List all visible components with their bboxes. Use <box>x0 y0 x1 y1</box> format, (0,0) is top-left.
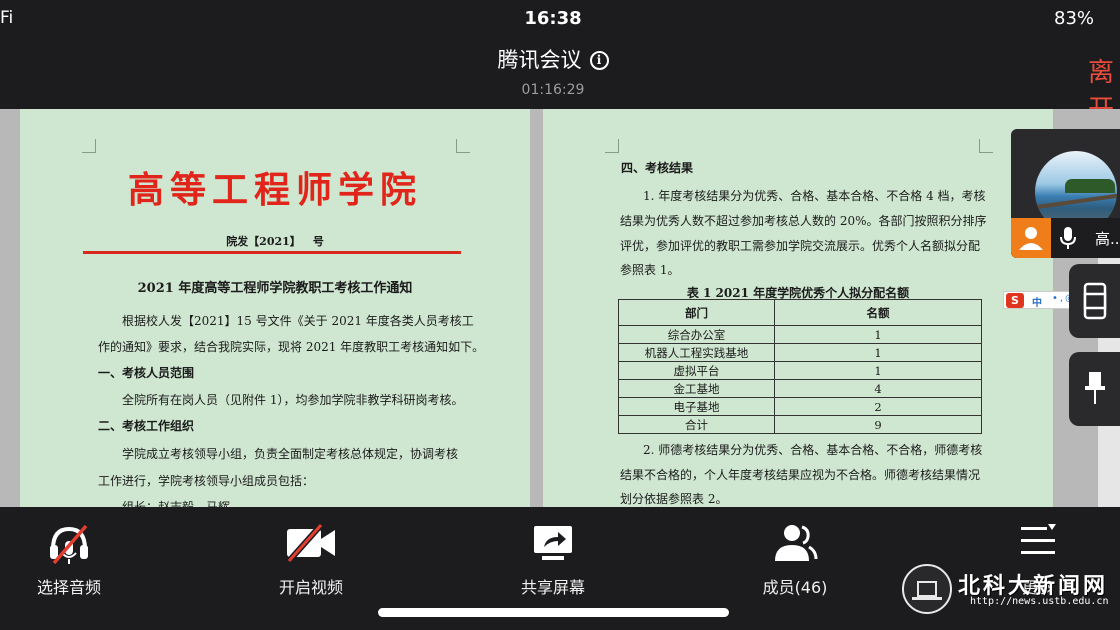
doc-number-prefix: 院发【2021】 <box>226 235 301 248</box>
crop-mark <box>82 139 96 153</box>
select-audio-button[interactable]: 选择音频 <box>0 507 149 607</box>
more-menu-icon <box>1021 524 1056 554</box>
sogou-logo-icon: S <box>1006 293 1024 308</box>
table-row: 机器人工程实践基地 1 <box>618 343 982 362</box>
paragraph-line: 根据校人发【2021】15 号文件《关于 2021 年度各类人员考核工 <box>122 314 474 328</box>
red-divider <box>83 251 461 254</box>
person-icon <box>1011 218 1051 258</box>
participant-video-tile[interactable]: 高... <box>1011 129 1120 258</box>
share-screen-label: 共享屏幕 <box>520 578 585 597</box>
table-header: 名额 <box>774 299 982 326</box>
floating-window-button[interactable] <box>1069 264 1120 338</box>
shared-screen: 高等工程师学院 院发【2021】号 2021 年度高等工程师学院教职工考核工作通… <box>0 109 1120 507</box>
document-number: 院发【2021】号 <box>20 233 530 249</box>
table-cell: 1 <box>774 343 982 362</box>
table-header-row: 部门 名额 <box>618 299 982 326</box>
table-row: 虚拟平台 1 <box>618 361 982 380</box>
watermark-url: http://news.ustb.edu.cn <box>970 596 1109 607</box>
members-label: 成员(46) <box>762 578 828 597</box>
select-audio-label: 选择音频 <box>36 578 101 597</box>
table-header: 部门 <box>618 299 775 326</box>
table-cell: 金工基地 <box>618 379 775 398</box>
participant-info-bar: 高... <box>1011 218 1120 258</box>
org-title: 高等工程师学院 <box>127 169 422 211</box>
table-cell: 2 <box>774 397 982 416</box>
paragraph-line: 2. 师德考核结果分为优秀、合格、基本合格、不合格，师德考核 <box>643 443 983 457</box>
crop-mark <box>979 139 993 153</box>
section-heading: 二、考核工作组织 <box>98 419 195 433</box>
start-video-label: 开启视频 <box>278 578 343 597</box>
headphones-muted-icon <box>50 524 88 565</box>
table-row: 电子基地 2 <box>618 397 982 416</box>
paragraph-line: 作的通知》要求，结合我院实际，现将 2021 年度教职工考核通知如下。 <box>98 340 485 354</box>
camera-off-icon <box>286 523 335 563</box>
pin-icon <box>1085 372 1105 404</box>
table-row: 合计 9 <box>618 415 982 434</box>
ime-mode[interactable]: 中 <box>1032 294 1042 309</box>
table-cell: 电子基地 <box>618 397 775 416</box>
table-cell: 1 <box>774 361 982 380</box>
table-cell: 9 <box>774 415 982 434</box>
members-button[interactable]: 成员(46) <box>715 507 875 607</box>
notice-title: 2021 年度高等工程师学院教职工考核工作通知 <box>137 281 413 296</box>
paragraph-line: 划分依据参照表 2。 <box>620 492 728 506</box>
crop-mark <box>605 139 619 153</box>
paragraph-line: 工作进行，学院考核领导小组成员包括： <box>98 474 315 488</box>
meeting-title-text: 腾讯会议 <box>497 48 582 72</box>
table-cell: 4 <box>774 379 982 398</box>
section-heading: 一、考核人员范围 <box>98 366 195 380</box>
paragraph-line: 结果为优秀人数不超过参加考核总人数的 20%。各部门按照积分排序 <box>620 214 987 228</box>
university-seal-icon <box>902 564 952 614</box>
seal-detail <box>917 581 937 597</box>
status-bar: Fi 16:38 83% <box>0 0 1120 40</box>
paragraph-line: 1. 年度考核结果分为优秀、合格、基本合格、不合格 4 档，考核 <box>643 189 986 203</box>
microphone-icon <box>1060 227 1076 249</box>
phone-frame-icon <box>1083 282 1107 320</box>
table-cell: 1 <box>774 325 982 344</box>
meeting-title: 腾讯会议 i <box>0 44 1106 74</box>
table-cell: 综合办公室 <box>618 325 775 344</box>
document-page-left: 高等工程师学院 院发【2021】号 2021 年度高等工程师学院教职工考核工作通… <box>20 109 530 507</box>
allocation-table: 部门 名额 综合办公室 1 机器人工程实践基地 1 虚拟平台 1 金工基地 4 … <box>618 299 982 434</box>
paragraph-line: 全院所有在岗人员（见附件 1），均参加学院非教学科研岗考核。 <box>122 393 464 407</box>
pin-button[interactable] <box>1069 352 1120 426</box>
table-row: 金工基地 4 <box>618 379 982 398</box>
avatar-photo-detail <box>1065 179 1115 193</box>
start-video-button[interactable]: 开启视频 <box>231 507 391 607</box>
paragraph-line: 评优，参加评优的教职工需参加学院交流展示。优秀个人名额拟分配 <box>620 239 981 253</box>
table-row: 综合办公室 1 <box>618 325 982 344</box>
meeting-elapsed-time: 01:16:29 <box>521 82 585 98</box>
members-icon <box>775 525 818 561</box>
share-screen-button[interactable]: 共享屏幕 <box>473 507 633 607</box>
section-heading: 四、考核结果 <box>621 161 694 175</box>
clock: 16:38 <box>524 8 582 29</box>
table-cell: 机器人工程实践基地 <box>618 343 775 362</box>
seal-detail <box>912 597 942 600</box>
participant-name: 高... <box>1095 230 1120 248</box>
crop-mark <box>456 139 470 153</box>
paragraph-line: 学院成立考核领导小组，负责全面制定考核总体规定，协调考核 <box>122 447 459 461</box>
battery-level: 83% <box>1054 8 1095 29</box>
home-indicator[interactable] <box>378 608 729 617</box>
paragraph-line: 结果不合格的，个人年度考核结果应视为不合格。师德考核结果情况 <box>620 468 981 482</box>
info-icon[interactable]: i <box>589 51 609 70</box>
document-page-right: 四、考核结果 1. 年度考核结果分为优秀、合格、基本合格、不合格 4 档，考核 … <box>543 109 1053 507</box>
paragraph-line: 组长：赵志毅、马辉 <box>122 500 231 507</box>
paragraph-line: 参照表 1。 <box>620 263 680 277</box>
avatar-photo-detail <box>1035 192 1117 210</box>
watermark: 北科大新闻网 http://news.ustb.edu.cn <box>902 564 1108 616</box>
doc-number-suffix: 号 <box>312 235 324 248</box>
share-screen-icon <box>534 526 572 560</box>
table-cell: 合计 <box>618 415 775 434</box>
table-cell: 虚拟平台 <box>618 361 775 380</box>
